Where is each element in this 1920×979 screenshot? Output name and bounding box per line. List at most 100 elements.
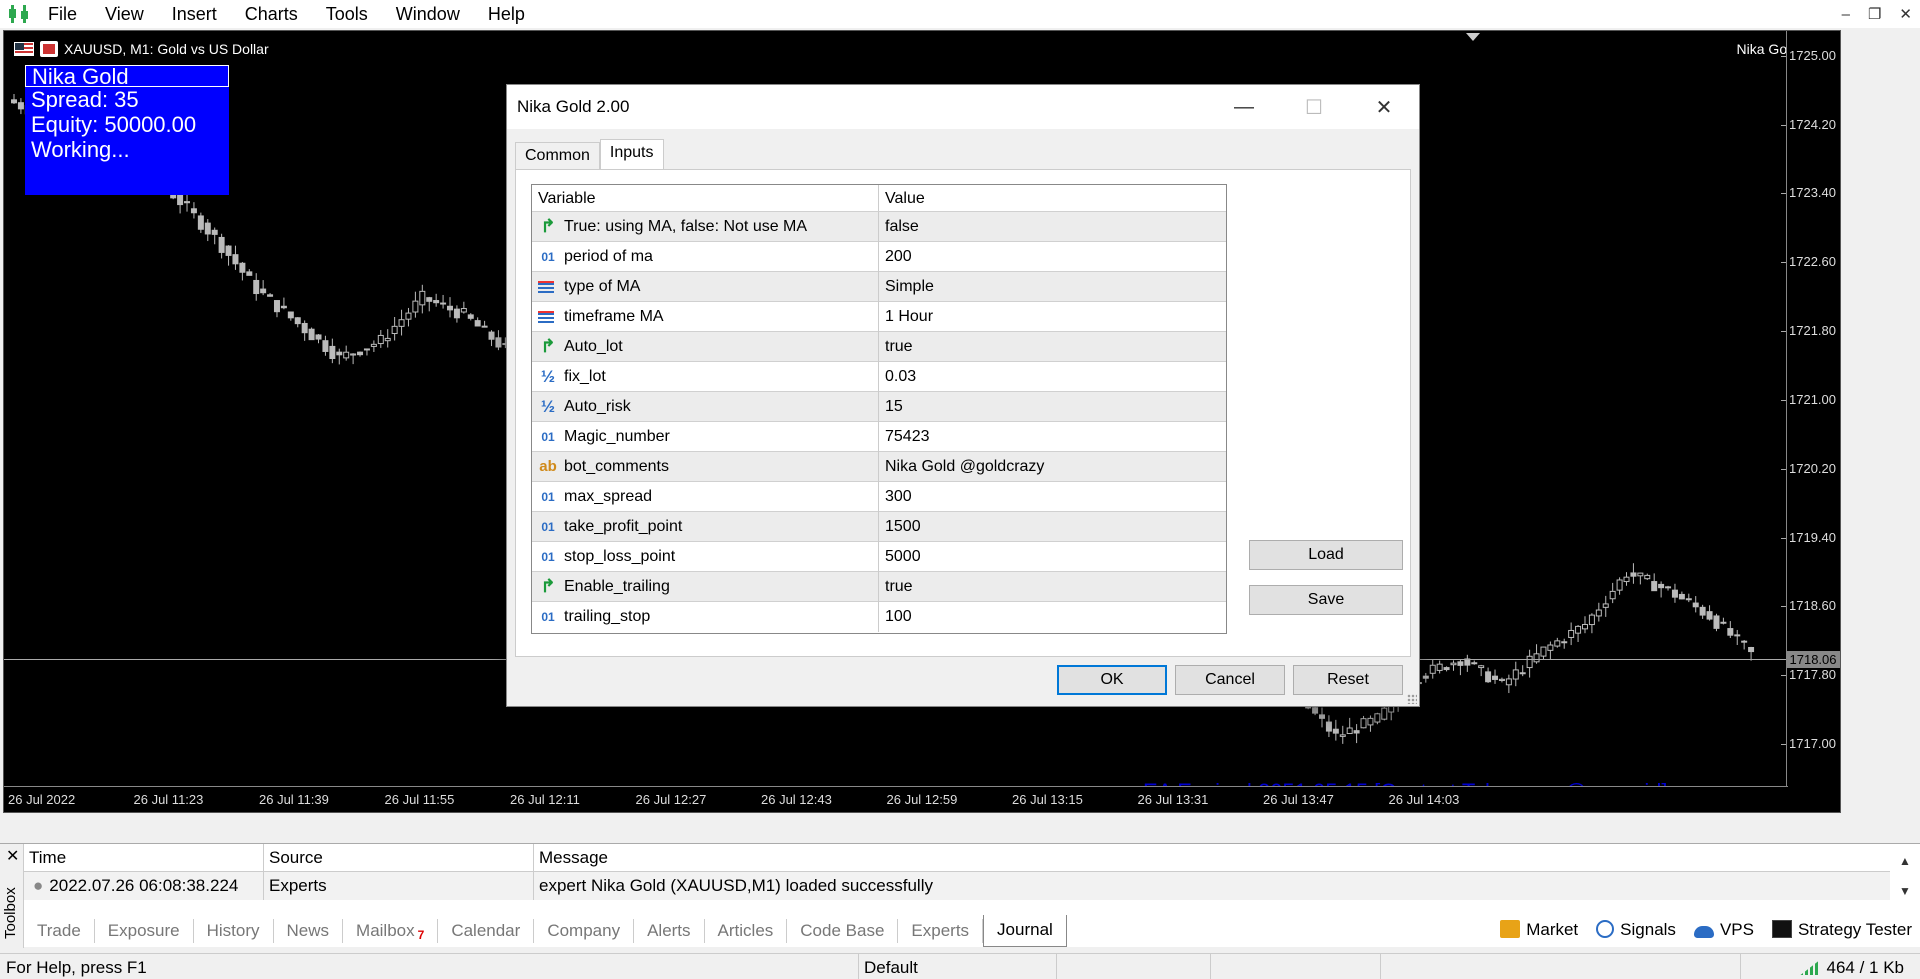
input-value[interactable]: 0.03 [879, 368, 916, 386]
column-message[interactable]: Message [534, 844, 1890, 871]
toolbox-close-icon[interactable]: ✕ [6, 846, 19, 866]
column-source[interactable]: Source [264, 844, 534, 871]
menu-help[interactable]: Help [474, 0, 539, 28]
status-traffic[interactable]: 464 / 1 Kb [1800, 958, 1904, 978]
input-value[interactable]: true [879, 338, 913, 356]
candle [246, 269, 253, 276]
toolbox-tab-trade[interactable]: Trade [24, 919, 95, 943]
input-row[interactable]: type of MA Simple [532, 271, 1226, 302]
input-row[interactable]: ↱ Auto_lot true [532, 331, 1226, 362]
input-value[interactable]: 75423 [879, 428, 930, 446]
close-icon[interactable]: ✕ [1899, 5, 1912, 23]
input-value[interactable]: 15 [879, 398, 903, 416]
input-row[interactable]: 01 stop_loss_point 5000 [532, 541, 1226, 572]
resize-grip-icon[interactable] [1407, 694, 1417, 704]
input-value[interactable]: false [879, 218, 919, 236]
time-tick-label: 26 Jul 2022 [8, 792, 76, 807]
time-axis[interactable]: 26 Jul 2022 26 Jul 11:23 26 Jul 11:39 26 Ju… [4, 786, 1788, 812]
candle [1678, 591, 1685, 600]
input-row[interactable]: 01 take_profit_point 1500 [532, 511, 1226, 542]
cancel-button[interactable]: Cancel [1175, 665, 1285, 695]
toolbox-tab-exposure[interactable]: Exposure [95, 919, 194, 943]
toolbox-tab-articles[interactable]: Articles [705, 919, 788, 943]
candle [1464, 654, 1471, 672]
input-row[interactable]: ½ fix_lot 0.03 [532, 361, 1226, 392]
toolbox-tab-history[interactable]: History [194, 919, 274, 943]
candle [1713, 613, 1720, 632]
menu-insert[interactable]: Insert [158, 0, 231, 28]
column-time[interactable]: Time [24, 844, 264, 871]
menu-view[interactable]: View [91, 0, 158, 28]
dialog-close-icon[interactable]: ✕ [1349, 85, 1419, 129]
input-row[interactable]: ab bot_comments Nika Gold @goldcrazy [532, 451, 1226, 482]
input-row[interactable]: ½ Auto_risk 15 [532, 391, 1226, 422]
toolbox-tab-mailbox[interactable]: Mailbox 7 [343, 919, 439, 943]
menu-file[interactable]: File [34, 0, 91, 28]
tab-common[interactable]: Common [515, 142, 600, 169]
chart-shift-marker-icon[interactable] [1466, 33, 1480, 41]
price-axis[interactable]: 1718.06 1725.00 1724.20 1723.40 1722.60 1721… [1781, 31, 1840, 812]
column-value[interactable]: Value [879, 185, 1226, 211]
input-variable-cell: 01 period of ma [532, 241, 879, 272]
input-variable-cell: ↱ True: using MA, false: Not use MA [532, 211, 879, 242]
strategy-tester-label: Strategy Tester [1797, 920, 1912, 939]
status-profile[interactable]: Default [864, 958, 918, 978]
input-row[interactable]: 01 period of ma 200 [532, 241, 1226, 272]
input-value[interactable]: 200 [879, 248, 912, 266]
market-shortcut[interactable]: Market [1500, 920, 1578, 940]
toolbox-tab-company[interactable]: Company [534, 919, 635, 943]
input-value[interactable]: 5000 [879, 548, 921, 566]
input-variable: take_profit_point [564, 517, 683, 535]
input-row[interactable]: 01 Magic_number 75423 [532, 421, 1226, 452]
ok-button[interactable]: OK [1057, 665, 1167, 695]
menu-bar: File View Insert Charts Tools Window Help – ❐ … [0, 0, 1920, 28]
window-controls: – ❐ ✕ [1842, 0, 1912, 28]
input-value[interactable]: 300 [879, 488, 912, 506]
input-value[interactable]: Simple [879, 278, 934, 296]
journal-scrollbar[interactable]: ▲ ▼ [1890, 844, 1920, 908]
input-row[interactable]: 01 trailing_stop 100 [532, 601, 1226, 632]
input-value[interactable]: 1500 [879, 518, 921, 536]
integer-icon: 01 [541, 429, 555, 444]
menu-tools[interactable]: Tools [312, 0, 382, 28]
toolbox-tab-calendar[interactable]: Calendar [438, 919, 535, 943]
scroll-down-icon[interactable]: ▼ [1899, 884, 1911, 898]
input-row[interactable]: ↱ True: using MA, false: Not use MA false [532, 211, 1226, 242]
candle [1367, 715, 1374, 732]
input-row[interactable]: 01 max_spread 300 [532, 481, 1226, 512]
restore-icon[interactable]: ❐ [1868, 5, 1881, 23]
dialog-titlebar[interactable]: Nika Gold 2.00 — ☐ ✕ [507, 85, 1419, 129]
minimize-icon[interactable]: – [1842, 6, 1850, 23]
input-value[interactable]: 100 [879, 608, 912, 626]
save-button[interactable]: Save [1249, 585, 1403, 615]
toolbox-tab-journal[interactable]: Journal [983, 915, 1067, 947]
input-value[interactable]: true [879, 578, 913, 596]
strategy-tester-shortcut[interactable]: Strategy Tester [1771, 920, 1912, 940]
price-tick-label: 1725.00 [1781, 47, 1836, 63]
column-variable[interactable]: Variable [532, 185, 879, 211]
input-row[interactable]: timeframe MA 1 Hour [532, 301, 1226, 332]
journal-row[interactable]: ● 2022.07.26 06:08:38.224 Experts expert … [24, 872, 1890, 900]
candle [1568, 622, 1575, 646]
toolbox-tab-alerts[interactable]: Alerts [634, 919, 705, 943]
reset-button[interactable]: Reset [1293, 665, 1403, 695]
vps-shortcut[interactable]: VPS [1693, 920, 1754, 940]
input-variable-cell: ab bot_comments [532, 451, 879, 482]
toolbox-tab-news[interactable]: News [274, 919, 344, 943]
input-value[interactable]: 1 Hour [879, 308, 933, 326]
toolbox-tab-experts[interactable]: Experts [898, 919, 984, 943]
input-row[interactable]: ↱ Enable_trailing true [532, 571, 1226, 602]
toolbox-tab-code-base[interactable]: Code Base [787, 919, 899, 943]
scroll-up-icon[interactable]: ▲ [1899, 854, 1911, 868]
dialog-minimize-icon[interactable]: — [1209, 85, 1279, 129]
candle [474, 317, 481, 327]
load-button[interactable]: Load [1249, 540, 1403, 570]
candle [1319, 707, 1325, 728]
candle [1699, 604, 1706, 619]
input-value[interactable]: Nika Gold @goldcrazy [879, 458, 1044, 476]
candle [1381, 706, 1388, 721]
menu-charts[interactable]: Charts [231, 0, 312, 28]
signals-shortcut[interactable]: Signals [1596, 920, 1676, 940]
menu-window[interactable]: Window [382, 0, 474, 28]
tab-inputs[interactable]: Inputs [599, 139, 664, 169]
